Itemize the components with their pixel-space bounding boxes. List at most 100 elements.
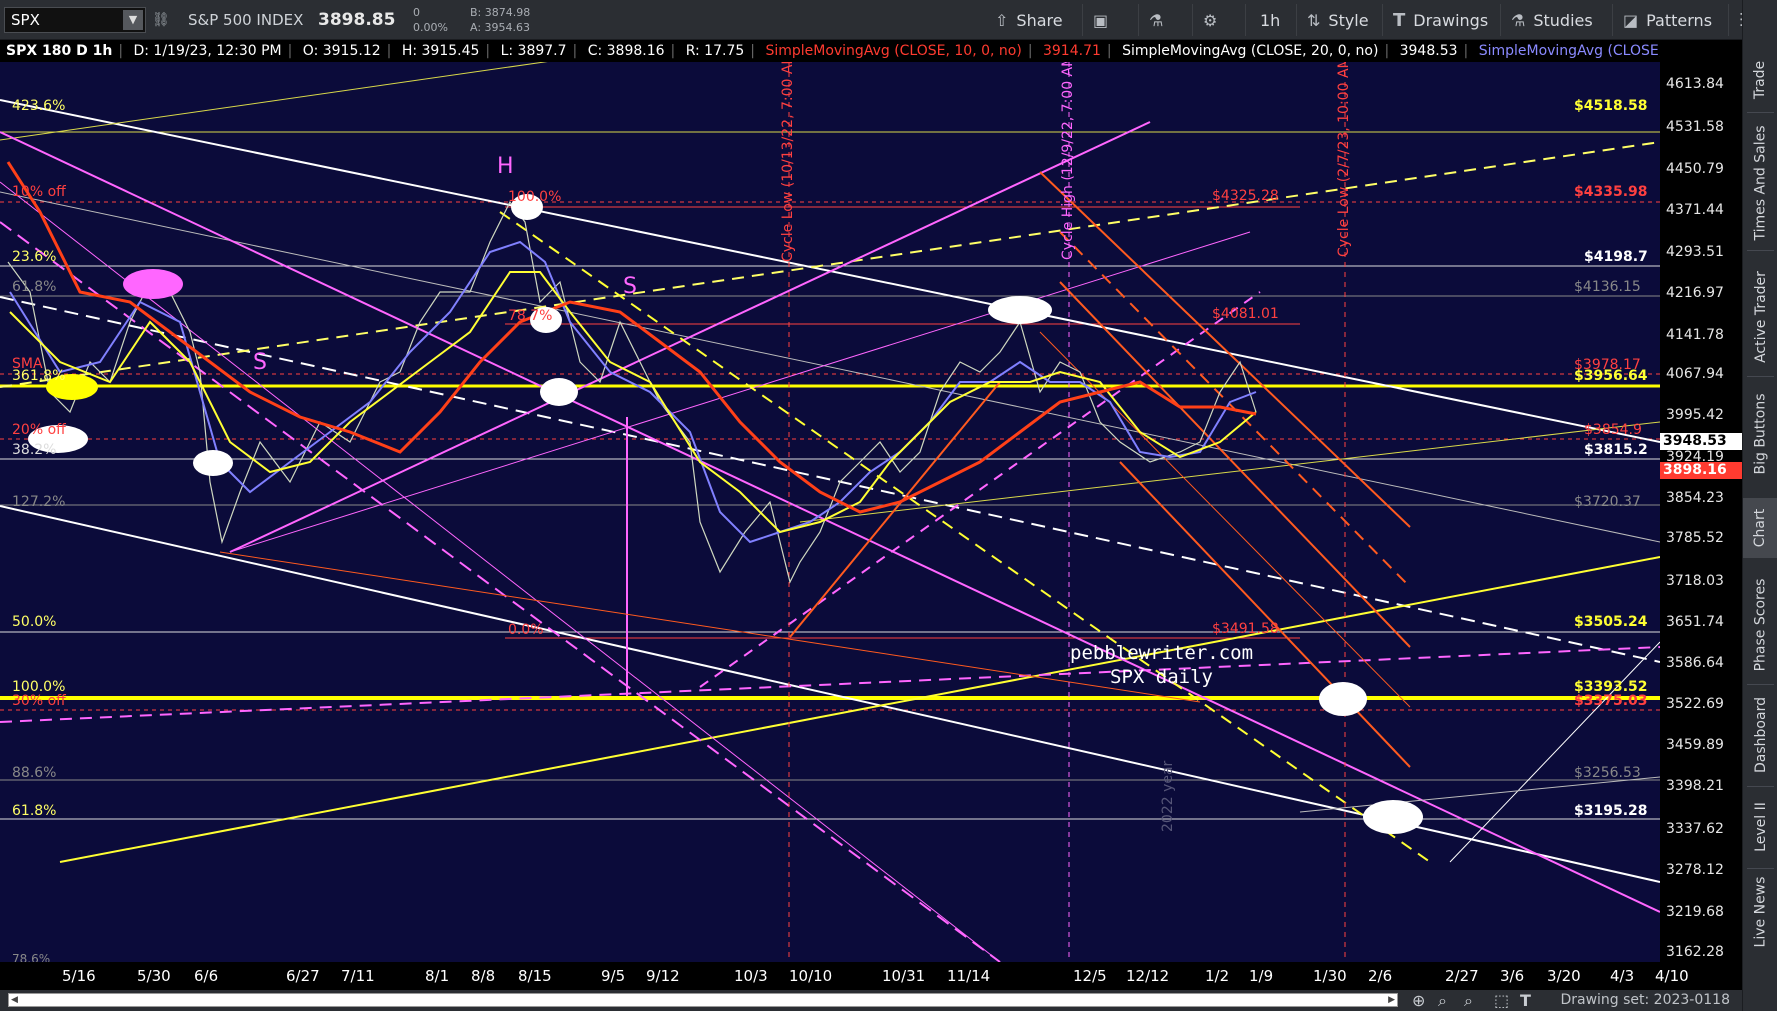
drawing-set-label[interactable]: Drawing set: 2023-0118 — [1560, 990, 1730, 1011]
tab-dashboard[interactable]: Dashboard — [1743, 690, 1777, 780]
bid-price: B: 3874.98 — [470, 6, 531, 19]
pct-78: 78.7% — [508, 308, 553, 324]
settings-button[interactable]: ⚙ — [1192, 4, 1227, 36]
date-tick: 10/10 — [789, 967, 833, 985]
chart-info-bar: SPX 180 D 1h | D: 1/19/23, 12:30 PM | O: 3… — [0, 40, 1660, 62]
date-tick: 8/8 — [471, 967, 496, 985]
price-axis[interactable]: 4613.84 4531.58 4450.79 4371.44 4293.51 … — [1660, 40, 1742, 962]
sma20-value: 3948.53 — [1399, 43, 1458, 59]
price-tick: 3278.12 — [1666, 862, 1724, 878]
bar-open: O: 3915.12 — [302, 43, 381, 59]
thinkorswim-chart-window: SPX ▼ ⛓ S&P 500 INDEX 3898.85 0 0.00% B:… — [0, 0, 1777, 1011]
share-label: Share — [1016, 10, 1063, 30]
fib-label-38: 38.2% — [12, 442, 57, 458]
tab-label: Dashboard — [1752, 697, 1769, 773]
flask-studies-icon: ⚗ — [1511, 10, 1526, 30]
tab-phase-scores[interactable]: Phase Scores — [1743, 570, 1777, 680]
scroll-right-icon[interactable]: ▶ — [1388, 994, 1395, 1006]
pattern-shoulder-left: S — [253, 350, 267, 375]
price-tick: 3854.23 — [1666, 490, 1724, 506]
fib-label-50: 50.0% — [12, 614, 57, 630]
text-t-icon: T — [1393, 9, 1406, 31]
symbol-dropdown-icon[interactable]: ▼ — [123, 10, 143, 30]
date-tick: 1/30 — [1313, 967, 1347, 985]
price-tick: 3785.52 — [1666, 530, 1724, 546]
patterns-label: Patterns — [1646, 10, 1713, 30]
drawing-tool-icon[interactable]: ⬚ — [1494, 990, 1509, 1011]
scroll-left-icon[interactable]: ◀ — [11, 994, 18, 1006]
fib-label-20off: 20% off — [12, 422, 66, 438]
symbol-input[interactable]: SPX ▼ — [4, 7, 146, 33]
bar-high: H: 3915.45 — [401, 43, 480, 59]
studies-label: Studies — [1533, 10, 1593, 30]
date-tick: 12/12 — [1126, 967, 1170, 985]
tab-label: Big Buttons — [1752, 393, 1769, 475]
level-4198: $4198.7 — [1584, 249, 1648, 265]
tab-label: Times And Sales — [1752, 125, 1769, 241]
ask-price: A: 3954.63 — [470, 21, 531, 34]
horizontal-scrollbar[interactable]: ◀ ▶ — [8, 993, 1398, 1007]
tab-times-and-sales[interactable]: Times And Sales — [1743, 118, 1777, 248]
drawings-button[interactable]: T Drawings — [1382, 4, 1498, 36]
bar-date: D: 1/19/23, 12:30 PM — [133, 43, 282, 59]
price-tick: 4067.94 — [1666, 366, 1724, 382]
patterns-button[interactable]: ◪ Patterns — [1612, 4, 1722, 36]
tab-big-buttons[interactable]: Big Buttons — [1743, 384, 1777, 484]
interval-label: 1h — [1260, 10, 1281, 30]
tab-label: Chart — [1752, 508, 1769, 548]
fib-label-30off: 30% off — [12, 693, 66, 709]
price-tick: 3219.68 — [1666, 904, 1724, 920]
style-label: Style — [1328, 10, 1369, 30]
studies-button[interactable]: ⚗ Studies — [1500, 4, 1603, 36]
tab-live-news[interactable]: Live News — [1743, 872, 1777, 952]
price-tick: 3162.28 — [1666, 944, 1724, 960]
year-separator-label: 2022 year — [1160, 760, 1176, 832]
level-4518: $4518.58 — [1574, 98, 1648, 114]
share-icon: ⇧ — [995, 10, 1009, 30]
interval-button[interactable]: 1h — [1245, 4, 1294, 36]
zoom-in-icon[interactable]: ⌕ — [1438, 990, 1447, 1011]
crosshair-icon[interactable]: ⊕ — [1412, 990, 1425, 1011]
price-tick: 4450.79 — [1666, 161, 1724, 177]
date-tick: 9/12 — [646, 967, 680, 985]
tab-label: Phase Scores — [1752, 578, 1769, 672]
cycle-low-label-2: Cycle Low (2/7/23, 10:00 AM) — [1336, 62, 1352, 257]
tab-label: Live News — [1752, 876, 1769, 948]
tab-active-trader[interactable]: Active Trader — [1743, 262, 1777, 372]
zoom-out-icon[interactable]: ⌕ — [1464, 990, 1473, 1011]
fib-label-61a: 61.8% — [12, 279, 57, 295]
date-tick: 4/10 — [1655, 967, 1689, 985]
level-4325: $4325.28 — [1212, 188, 1279, 204]
text-tool-icon[interactable]: T — [1520, 990, 1531, 1011]
price-tick: 4613.84 — [1666, 76, 1724, 92]
date-tick: 3/20 — [1547, 967, 1581, 985]
cycle-low-label-1: Cycle Low (10/13/22, 7:00 AM) — [780, 62, 796, 262]
date-tick: 1/2 — [1205, 967, 1230, 985]
camera-icon: ▣ — [1093, 10, 1109, 30]
date-tick: 12/5 — [1073, 967, 1107, 985]
level-3854: $3854.9 — [1584, 422, 1642, 438]
tab-chart[interactable]: Chart — [1743, 498, 1777, 558]
pattern-shoulder-right: S — [623, 274, 637, 299]
date-axis[interactable]: 5/16 5/30 6/6 6/27 7/11 8/1 8/8 8/15 9/5… — [0, 962, 1742, 990]
price-tick: 3718.03 — [1666, 573, 1724, 589]
tab-trade[interactable]: Trade — [1743, 50, 1777, 110]
level-3375: $3375.03 — [1574, 693, 1648, 709]
flask-button[interactable]: ⚗ — [1138, 4, 1173, 36]
symbol-text: SPX — [11, 11, 40, 29]
instrument-name: S&P 500 INDEX — [188, 11, 304, 29]
chart-drawing-layer — [0, 62, 1660, 962]
snapshot-button[interactable]: ▣ — [1082, 4, 1118, 36]
tab-level-ii[interactable]: Level II — [1743, 792, 1777, 862]
pct-100: 100.0% — [508, 189, 562, 205]
tab-label: Active Trader — [1752, 271, 1769, 363]
tab-label: Level II — [1752, 802, 1769, 852]
bar-close: C: 3898.16 — [587, 43, 665, 59]
style-button[interactable]: ⇅ Style — [1296, 4, 1379, 36]
price-chart[interactable]: 423.6% 10% off 23.6% 61.8% SMA 361.8% 20… — [0, 62, 1660, 962]
price-tick: 4141.78 — [1666, 327, 1724, 343]
share-button[interactable]: ⇧ Share — [985, 4, 1073, 36]
date-tick: 2/6 — [1368, 967, 1393, 985]
link-icon[interactable]: ⛓ — [152, 0, 170, 40]
pattern-head: H — [497, 154, 514, 179]
